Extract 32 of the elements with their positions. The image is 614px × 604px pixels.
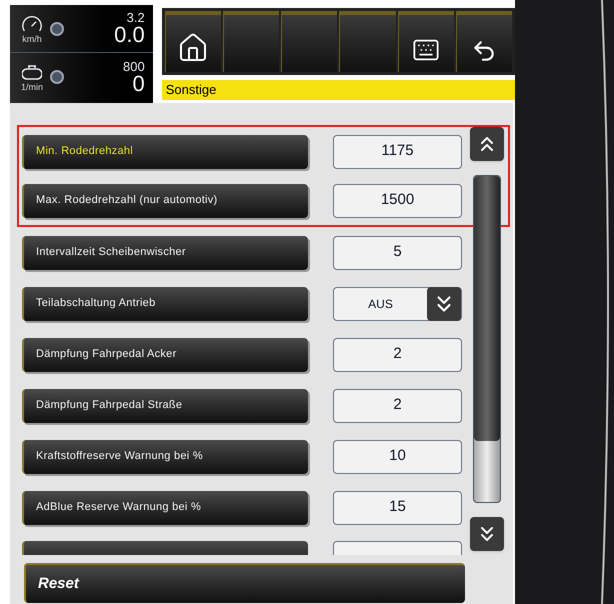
dropdown-chevron-icon bbox=[427, 286, 461, 320]
setting-label-button[interactable]: Dämpfung Fahrpedal Acker bbox=[22, 338, 308, 372]
dropdown-value: AUS bbox=[367, 296, 394, 312]
setting-label-button[interactable]: Teilabschaltung Antrieb bbox=[22, 286, 308, 320]
small-reading: 800 bbox=[123, 60, 145, 72]
unit-label: km/h bbox=[22, 35, 42, 44]
dropdown-field[interactable]: AUS bbox=[333, 286, 462, 320]
value-field[interactable]: 15 bbox=[333, 490, 462, 524]
value-field[interactable]: 2 bbox=[333, 338, 462, 372]
value-field[interactable]: 10 bbox=[333, 440, 462, 474]
setting-label-button[interactable]: Max. Rodedrehzahl (nur automotiv) bbox=[22, 184, 308, 218]
main-reading: 0.0 bbox=[114, 24, 145, 46]
scrollbar-thumb[interactable] bbox=[474, 176, 500, 441]
section-title: Sonstige bbox=[162, 80, 515, 100]
setting-label-button[interactable]: Intervallzeit Scheibenwischer bbox=[22, 236, 308, 270]
setting-label-button[interactable]: AdBlue Reserve Warnung bei % bbox=[22, 490, 308, 524]
toolbar-button[interactable] bbox=[398, 11, 454, 72]
toolbar-button[interactable] bbox=[164, 11, 221, 72]
reset-button[interactable]: Reset bbox=[24, 563, 465, 603]
main-reading: 0 bbox=[132, 72, 145, 94]
setting-label-button[interactable]: Kraftstoffreserve Warnung bei % bbox=[22, 440, 308, 474]
value-field[interactable]: 5 bbox=[333, 236, 462, 270]
setting-label-button[interactable]: Min. Rodedrehzahl bbox=[22, 134, 308, 168]
scroll-down-button[interactable] bbox=[470, 517, 504, 551]
small-reading: 3.2 bbox=[126, 11, 145, 24]
setting-label-button[interactable]: Dämpfung Fahrpedal Straße bbox=[22, 388, 308, 422]
unit-label: 1/min bbox=[20, 82, 43, 92]
scroll-up-button[interactable] bbox=[470, 127, 504, 161]
value-field[interactable]: 2 bbox=[333, 388, 462, 422]
value-field[interactable]: 1500 bbox=[333, 184, 462, 218]
toolbar-button[interactable] bbox=[456, 11, 512, 72]
value-field[interactable]: 1175 bbox=[333, 134, 462, 168]
